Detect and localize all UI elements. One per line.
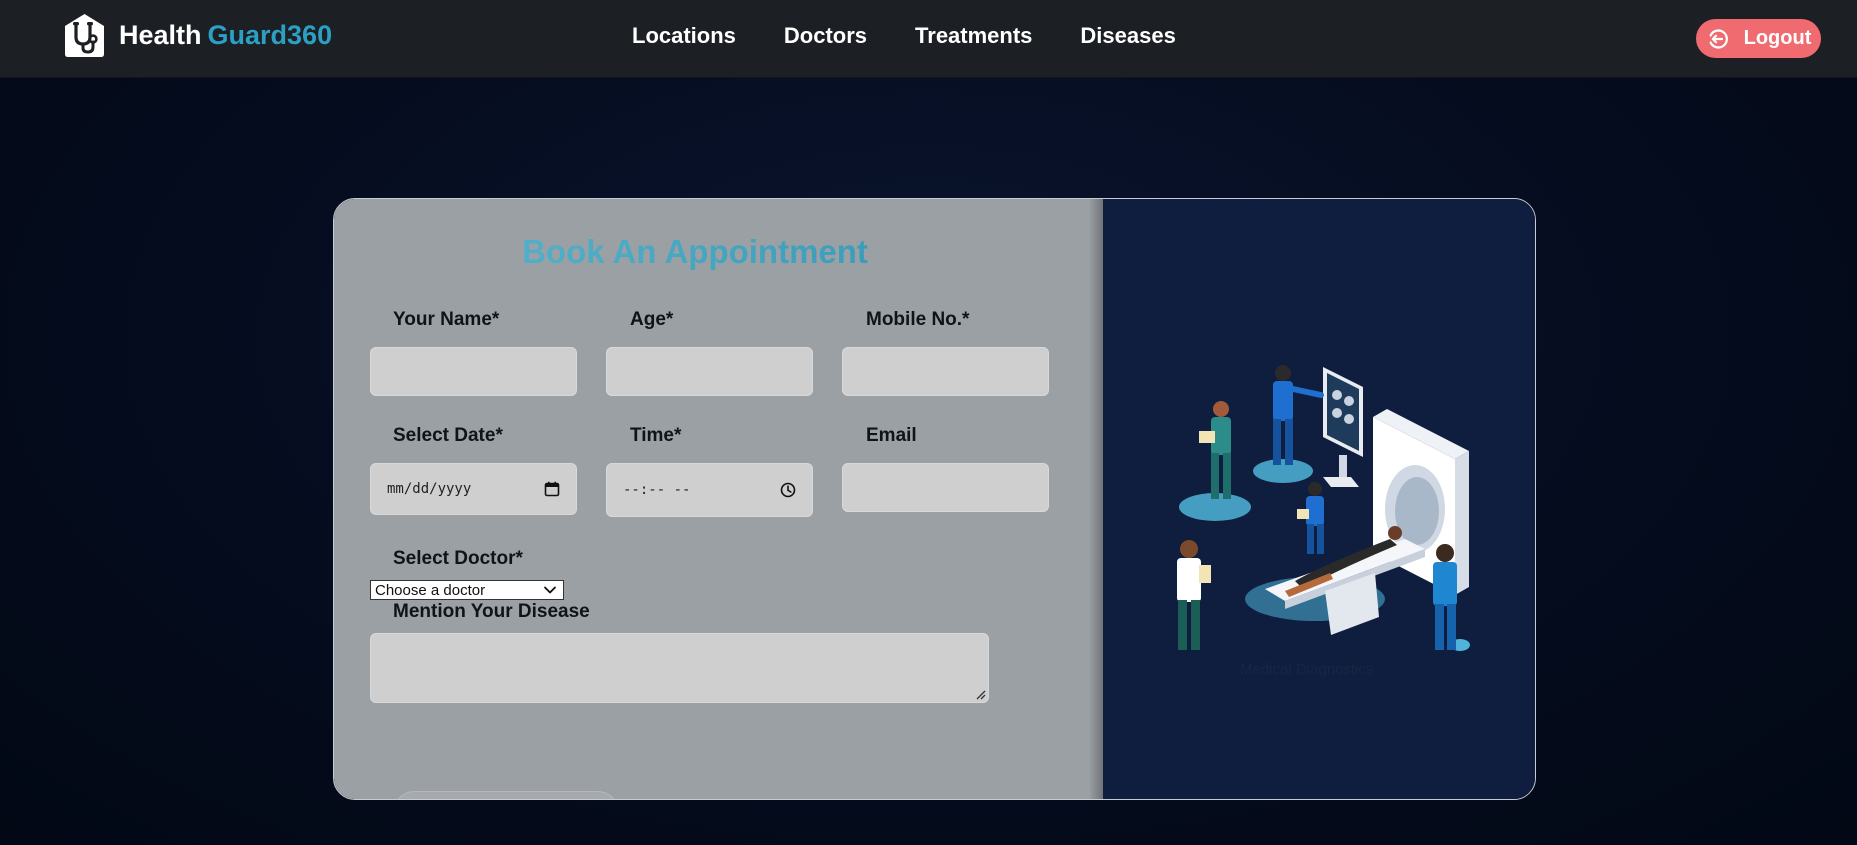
time-placeholder: --:-- -- (623, 482, 691, 498)
brand-word-guard360: Guard360 (207, 20, 333, 50)
form-title: Book An Appointment (334, 233, 1056, 271)
mobile-input[interactable] (842, 347, 1049, 396)
email-input[interactable] (842, 463, 1049, 512)
name-input[interactable] (370, 347, 577, 396)
date-input[interactable]: mm/dd/yyyy (370, 463, 577, 515)
time-input[interactable]: --:-- -- (606, 463, 813, 517)
mobile-label: Mobile No.* (866, 309, 970, 330)
nav-link-doctors[interactable]: Doctors (784, 22, 867, 50)
logout-button[interactable]: Logout (1696, 19, 1821, 58)
calendar-icon[interactable] (544, 481, 560, 497)
main-nav: Locations Doctors Treatments Diseases (632, 22, 1224, 50)
date-label: Select Date* (393, 425, 503, 446)
doctor-label: Select Doctor* (393, 548, 523, 569)
date-placeholder: mm/dd/yyyy (387, 481, 472, 497)
brand-word-health: Health (119, 20, 202, 50)
nav-link-treatments[interactable]: Treatments (915, 22, 1032, 50)
logout-label: Logout (1743, 27, 1812, 49)
brand-home-link[interactable]: Health Guard360 (62, 12, 332, 58)
resize-grip-icon[interactable] (974, 688, 986, 700)
logout-icon (1709, 28, 1728, 49)
clock-icon[interactable] (780, 482, 796, 498)
submit-button[interactable] (394, 791, 618, 799)
illustration-panel: Medical Diagnostics (1103, 199, 1535, 799)
disease-label: Mention Your Disease (393, 601, 590, 622)
nav-link-diseases[interactable]: Diseases (1080, 22, 1175, 50)
appointment-card: Book An Appointment Your Name* Age* Mobi… (333, 198, 1536, 800)
appointment-form: Book An Appointment Your Name* Age* Mobi… (334, 199, 1103, 799)
name-label: Your Name* (393, 309, 500, 330)
doctor-select[interactable]: Choose a doctor (370, 580, 564, 600)
time-label: Time* (630, 425, 682, 446)
stethoscope-house-icon (65, 14, 104, 57)
medical-team-mri-illustration (1177, 365, 1470, 651)
illustration-caption: Medical Diagnostics (1240, 661, 1374, 678)
brand-name: Health Guard360 (119, 12, 332, 58)
age-input[interactable] (606, 347, 813, 396)
doctor-select-value: Choose a doctor (375, 581, 486, 599)
disease-textarea[interactable] (370, 633, 989, 703)
nav-link-locations[interactable]: Locations (632, 22, 736, 50)
age-label: Age* (630, 309, 674, 330)
email-label: Email (866, 425, 917, 446)
chevron-down-icon (544, 586, 556, 594)
top-navbar: Health Guard360 Locations Doctors Treatme… (0, 0, 1857, 78)
